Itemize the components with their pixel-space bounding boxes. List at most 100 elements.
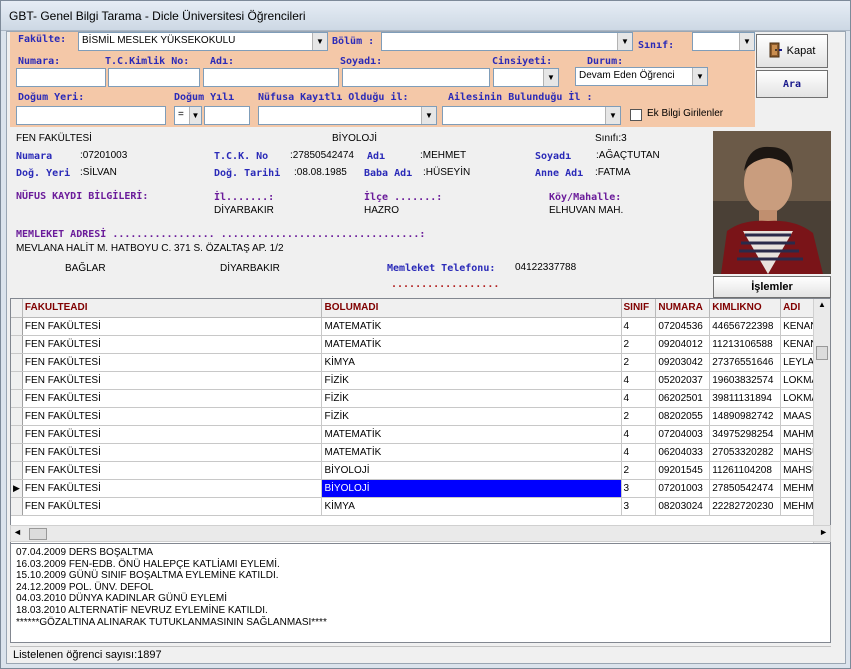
row-indicator[interactable]: [11, 317, 23, 336]
table-cell[interactable]: 2: [621, 407, 657, 426]
table-cell[interactable]: MATEMATİK: [321, 335, 622, 354]
cinsiyet-select[interactable]: ▼: [493, 68, 559, 87]
nufus-il-select[interactable]: ▼: [258, 106, 437, 125]
dogum-yeri-input[interactable]: [16, 106, 166, 125]
table-cell[interactable]: 27376551646: [709, 353, 782, 372]
table-cell[interactable]: BİYOLOJİ: [321, 461, 622, 480]
column-header[interactable]: SINIF: [621, 299, 657, 318]
row-indicator[interactable]: [11, 497, 23, 516]
table-cell[interactable]: 09204012: [655, 335, 711, 354]
table-cell[interactable]: 09201545: [655, 461, 711, 480]
table-cell[interactable]: FEN FAKÜLTESİ: [22, 425, 323, 444]
table-cell[interactable]: 4: [621, 443, 657, 462]
table-cell[interactable]: FEN FAKÜLTESİ: [22, 317, 323, 336]
table-cell[interactable]: FEN FAKÜLTESİ: [22, 389, 323, 408]
fakulte-select[interactable]: BİSMİL MESLEK YÜKSEKOKULU ▼: [78, 32, 328, 51]
dogum-yili-input[interactable]: [204, 106, 250, 125]
table-row[interactable]: FEN FAKÜLTESİ FİZİK 4 05202037 19603832574 LO…: [11, 371, 830, 390]
table-cell[interactable]: 34975298254: [709, 425, 782, 444]
numara-input[interactable]: [16, 68, 106, 87]
table-cell[interactable]: 07204003: [655, 425, 711, 444]
student-grid[interactable]: FAKULTEADI BOLUMADI SINIF NUMARA KIMLIKN…: [10, 298, 831, 548]
soyadi-input[interactable]: [342, 68, 490, 87]
table-cell[interactable]: FEN FAKÜLTESİ: [22, 479, 323, 498]
table-cell[interactable]: 3: [621, 497, 657, 516]
durum-select[interactable]: Devam Eden Öğrenci ▼: [575, 67, 708, 86]
row-indicator[interactable]: [11, 371, 23, 390]
row-indicator[interactable]: [11, 461, 23, 480]
table-cell[interactable]: 4: [621, 389, 657, 408]
horizontal-scrollbar[interactable]: ◄ ►: [10, 525, 831, 542]
table-cell[interactable]: 08203024: [655, 497, 711, 516]
table-cell[interactable]: 14890982742: [709, 407, 782, 426]
table-cell[interactable]: MATEMATİK: [321, 443, 622, 462]
table-row[interactable]: FEN FAKÜLTESİ FİZİK 2 08202055 14890982742 MA…: [11, 407, 830, 426]
ara-button[interactable]: Ara: [756, 70, 828, 98]
table-cell[interactable]: FEN FAKÜLTESİ: [22, 443, 323, 462]
table-cell[interactable]: KİMYA: [321, 353, 622, 372]
kapat-button[interactable]: Kapat: [756, 34, 828, 68]
islemler-button[interactable]: İşlemler: [713, 276, 831, 298]
table-row[interactable]: FEN FAKÜLTESİ KİMYA 2 09203042 27376551646 LE…: [11, 353, 830, 372]
table-cell[interactable]: 4: [621, 425, 657, 444]
tc-input[interactable]: [108, 68, 200, 87]
row-indicator[interactable]: [11, 425, 23, 444]
table-cell[interactable]: 2: [621, 461, 657, 480]
row-indicator[interactable]: [11, 353, 23, 372]
table-cell[interactable]: 09203042: [655, 353, 711, 372]
table-row[interactable]: FEN FAKÜLTESİ FİZİK 4 06202501 39811131894 LO…: [11, 389, 830, 408]
table-cell[interactable]: 4: [621, 317, 657, 336]
table-row[interactable]: FEN FAKÜLTESİ BİYOLOJİ 2 09201545 1126110420…: [11, 461, 830, 480]
scroll-right-icon[interactable]: ►: [819, 527, 828, 537]
table-cell[interactable]: 2: [621, 353, 657, 372]
table-cell[interactable]: 39811131894: [709, 389, 782, 408]
scroll-up-icon[interactable]: ▲: [818, 300, 826, 309]
scroll-left-icon[interactable]: ◄: [13, 527, 22, 537]
table-cell[interactable]: FİZİK: [321, 407, 622, 426]
table-cell[interactable]: 05202037: [655, 371, 711, 390]
table-cell[interactable]: FEN FAKÜLTESİ: [22, 407, 323, 426]
table-row[interactable]: FEN FAKÜLTESİ MATEMATİK 2 09204012 112131065…: [11, 335, 830, 354]
student-notes[interactable]: 07.04.2009 DERS BOŞALTMA 16.03.2009 FEN-E…: [10, 543, 831, 643]
sinif-select[interactable]: ▼: [692, 32, 755, 51]
table-row[interactable]: FEN FAKÜLTESİ MATEMATİK 4 06204033 270533202…: [11, 443, 830, 462]
column-header[interactable]: KIMLIKNO: [709, 299, 782, 318]
table-cell[interactable]: KİMYA: [321, 497, 622, 516]
table-cell[interactable]: FEN FAKÜLTESİ: [22, 335, 323, 354]
table-cell[interactable]: 22282720230: [709, 497, 782, 516]
aile-il-select[interactable]: ▼: [442, 106, 621, 125]
table-row[interactable]: FEN FAKÜLTESİ MATEMATİK 4 07204536 446567223…: [11, 317, 830, 336]
table-cell[interactable]: 07201003: [655, 479, 711, 498]
table-cell[interactable]: 11213106588: [709, 335, 782, 354]
row-indicator[interactable]: ▶: [11, 479, 23, 498]
table-cell[interactable]: FEN FAKÜLTESİ: [22, 353, 323, 372]
table-cell[interactable]: 4: [621, 371, 657, 390]
table-cell[interactable]: 07204536: [655, 317, 711, 336]
row-indicator[interactable]: [11, 443, 23, 462]
scroll-thumb[interactable]: [29, 528, 47, 540]
adi-input[interactable]: [203, 68, 339, 87]
table-cell[interactable]: 11261104208: [709, 461, 782, 480]
table-cell[interactable]: 27053320282: [709, 443, 782, 462]
row-indicator[interactable]: [11, 335, 23, 354]
table-cell[interactable]: FİZİK: [321, 371, 622, 390]
row-indicator[interactable]: [11, 389, 23, 408]
table-cell[interactable]: 44656722398: [709, 317, 782, 336]
column-header[interactable]: BOLUMADI: [321, 299, 622, 318]
bolum-select[interactable]: ▼: [381, 32, 633, 51]
row-indicator[interactable]: [11, 407, 23, 426]
table-cell[interactable]: FİZİK: [321, 389, 622, 408]
table-row[interactable]: FEN FAKÜLTESİ MATEMATİK 4 07204003 349752982…: [11, 425, 830, 444]
table-cell[interactable]: FEN FAKÜLTESİ: [22, 461, 323, 480]
table-cell[interactable]: 27850542474: [709, 479, 782, 498]
ek-bilgi-checkbox[interactable]: [630, 109, 642, 121]
table-cell[interactable]: FEN FAKÜLTESİ: [22, 371, 323, 390]
table-cell[interactable]: 08202055: [655, 407, 711, 426]
table-cell[interactable]: 06202501: [655, 389, 711, 408]
table-cell[interactable]: BİYOLOJİ: [321, 479, 622, 498]
table-cell[interactable]: MATEMATİK: [321, 317, 622, 336]
column-header[interactable]: NUMARA: [655, 299, 711, 318]
table-cell[interactable]: FEN FAKÜLTESİ: [22, 497, 323, 516]
table-row[interactable]: FEN FAKÜLTESİ KİMYA 3 08203024 22282720230 ME…: [11, 497, 830, 516]
table-cell[interactable]: 19603832574: [709, 371, 782, 390]
